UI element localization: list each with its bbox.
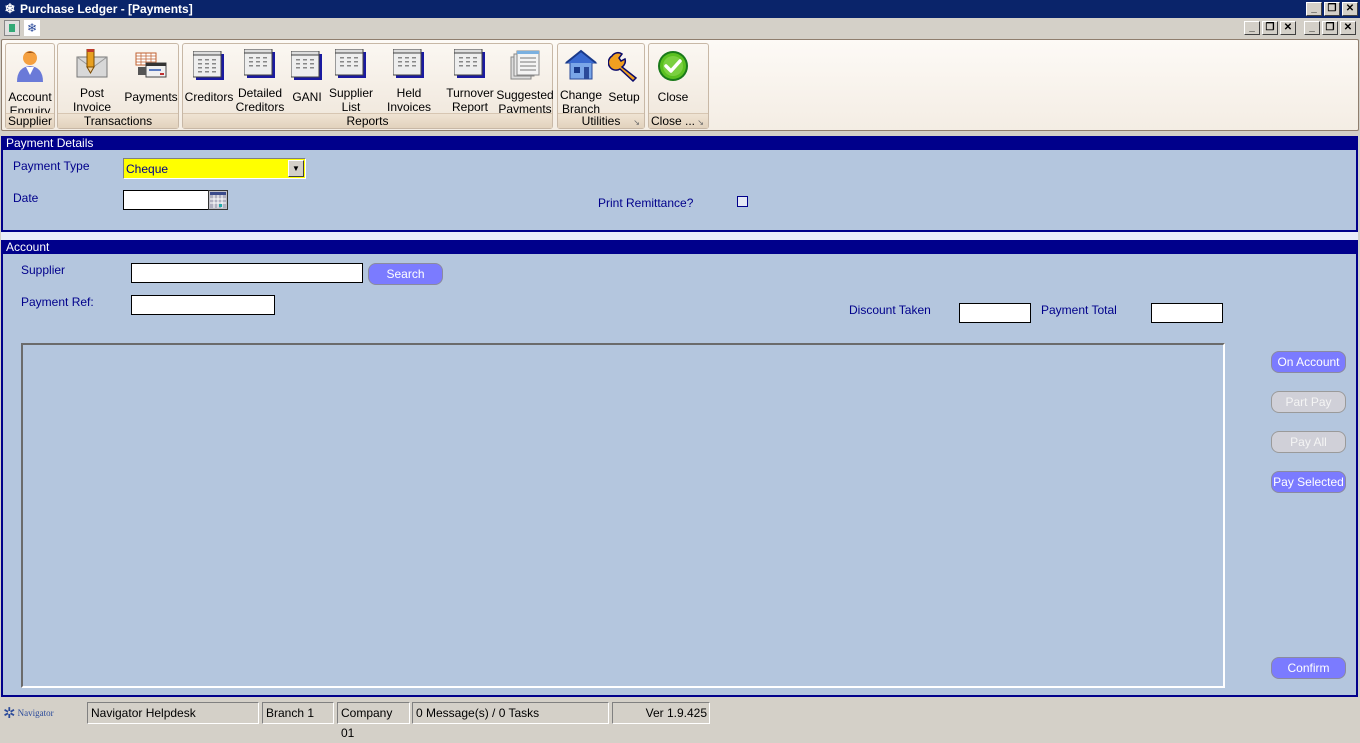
title-bar: ❄ Purchase Ledger - [Payments] _ ❐ ✕ <box>0 0 1360 18</box>
payment-total-input[interactable] <box>1151 303 1223 323</box>
mdi-restore-button-2[interactable]: ❐ <box>1322 21 1338 35</box>
status-version: Ver 1.9.425 <box>612 702 710 724</box>
payment-type-label: Payment Type <box>13 159 90 173</box>
restore-button[interactable]: ❐ <box>1324 2 1340 16</box>
report-icon <box>243 49 277 79</box>
pay-all-button[interactable]: Pay All <box>1271 431 1346 453</box>
status-branch: Branch 1 <box>262 702 334 724</box>
ribbon: Account Enquiry Supplier Post Invoice Pa… <box>1 39 1359 131</box>
payment-details-header: Payment Details <box>1 136 1358 150</box>
wrench-icon <box>607 49 641 83</box>
close-ribbon-button[interactable]: Close <box>653 46 693 114</box>
payment-ref-input[interactable] <box>131 295 275 315</box>
search-button[interactable]: Search <box>368 263 443 285</box>
change-branch-button[interactable]: Change Branch <box>559 46 603 116</box>
report-icon <box>392 49 426 79</box>
status-company: Company 01 <box>337 702 410 740</box>
window-title: Purchase Ledger - [Payments] <box>20 2 193 16</box>
payments-icon <box>134 49 168 83</box>
date-label: Date <box>13 191 39 205</box>
section-separator <box>1 232 1358 240</box>
report-icon <box>453 49 487 79</box>
date-input[interactable] <box>123 190 209 210</box>
invoices-grid[interactable] <box>21 343 1225 688</box>
account-enquiry-button[interactable]: Account Enquiry <box>7 46 53 118</box>
window-icon[interactable] <box>4 20 20 36</box>
creditors-button[interactable]: Creditors <box>184 46 234 114</box>
status-bar: ✲ Navigator Navigator Helpdesk Branch 1 … <box>0 700 1360 740</box>
status-messages[interactable]: 0 Message(s) / 0 Tasks <box>412 702 609 724</box>
mdi-bar: ❄ _ ❐ ✕ _ ❐ ✕ <box>0 18 1360 38</box>
close-button[interactable]: ✕ <box>1342 2 1358 16</box>
detailed-creditors-button[interactable]: Detailed Creditors <box>235 46 285 114</box>
calendar-icon[interactable] <box>208 190 228 210</box>
mdi-restore-button-1[interactable]: ❐ <box>1262 21 1278 35</box>
navigator-snowflake-icon: ❄ <box>4 1 16 16</box>
supplier-label: Supplier <box>21 263 66 277</box>
minimize-button[interactable]: _ <box>1306 2 1322 16</box>
report-icon <box>192 49 226 83</box>
navigator-snowflake-icon: ✲ <box>3 705 16 722</box>
payments-button[interactable]: Payments <box>124 46 178 114</box>
mdi-minimize-button-1[interactable]: _ <box>1244 21 1260 35</box>
discount-taken-input[interactable] <box>959 303 1031 323</box>
ribbon-group-close: Close Close ... ↘ <box>648 43 709 129</box>
supplier-input[interactable] <box>131 263 363 283</box>
discount-taken-label: Discount Taken <box>849 303 931 317</box>
held-invoices-button[interactable]: Held Invoices <box>375 46 443 114</box>
ribbon-group-caption: Transactions <box>58 113 178 128</box>
dialog-launcher-icon[interactable]: ↘ <box>633 116 640 130</box>
confirm-button[interactable]: Confirm <box>1271 657 1346 679</box>
chevron-down-icon[interactable]: ▼ <box>288 160 304 177</box>
account-header: Account <box>1 240 1358 254</box>
navigator-logo: ✲ Navigator <box>3 705 54 722</box>
ribbon-group-reports: Creditors Detailed Creditors GANI Suppli… <box>182 43 554 129</box>
turnover-report-button[interactable]: Turnover Report <box>445 46 495 114</box>
documents-icon <box>508 49 542 81</box>
print-remittance-checkbox[interactable] <box>737 196 748 207</box>
status-helpdesk[interactable]: Navigator Helpdesk <box>87 702 259 724</box>
pay-selected-button[interactable]: Pay Selected <box>1271 471 1346 493</box>
mdi-close-button-1[interactable]: ✕ <box>1280 21 1296 35</box>
mdi-close-button-2[interactable]: ✕ <box>1340 21 1356 35</box>
gani-button[interactable]: GANI <box>287 46 327 114</box>
house-icon <box>564 49 598 81</box>
green-check-icon <box>656 49 690 83</box>
payment-type-value: Cheque <box>126 162 169 176</box>
ribbon-group-caption: Supplier <box>6 113 54 128</box>
ribbon-group-transactions: Post Invoice Payments Transactions <box>57 43 179 129</box>
payment-type-dropdown[interactable]: Cheque ▼ <box>123 158 306 179</box>
window-controls: _ ❐ ✕ <box>1306 2 1358 16</box>
on-account-button[interactable]: On Account <box>1271 351 1346 373</box>
ribbon-group-caption: Utilities ↘ <box>558 113 644 128</box>
supplier-list-button[interactable]: Supplier List <box>329 46 373 114</box>
ribbon-group-supplier: Account Enquiry Supplier <box>5 43 55 129</box>
print-remittance-label: Print Remittance? <box>598 196 694 210</box>
payment-details-panel: Payment Type Cheque ▼ Date Print Remitta… <box>1 150 1358 232</box>
ribbon-group-caption: Reports <box>183 113 552 128</box>
ribbon-group-caption: Close ... ↘ <box>649 113 708 128</box>
account-panel: Supplier Search Payment Ref: Discount Ta… <box>1 254 1358 697</box>
mdi-minimize-button-2[interactable]: _ <box>1304 21 1320 35</box>
user-icon <box>13 49 47 83</box>
payment-ref-label: Payment Ref: <box>21 295 94 309</box>
post-invoice-icon <box>75 49 109 79</box>
suggested-payments-button[interactable]: Suggested Payments <box>496 46 554 116</box>
report-icon <box>334 49 368 79</box>
setup-button[interactable]: Setup <box>604 46 644 114</box>
ribbon-group-utilities: Change Branch Setup Utilities ↘ <box>557 43 645 129</box>
post-invoice-button[interactable]: Post Invoice <box>60 46 124 114</box>
report-icon <box>290 49 324 83</box>
navigator-snowflake-icon[interactable]: ❄ <box>24 20 40 36</box>
dialog-launcher-icon[interactable]: ↘ <box>697 116 704 130</box>
payment-total-label: Payment Total <box>1041 303 1117 317</box>
part-pay-button[interactable]: Part Pay <box>1271 391 1346 413</box>
